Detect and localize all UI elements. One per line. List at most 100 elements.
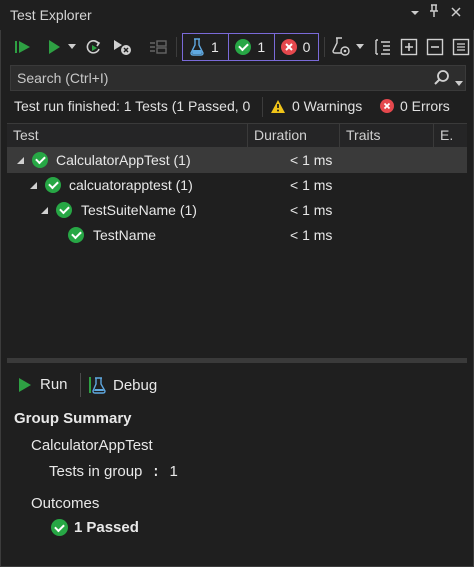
expand-arrow-icon[interactable] — [17, 157, 24, 164]
passed-label: Passed — [86, 519, 139, 536]
tests-in-group-value: 1 — [169, 463, 178, 480]
run-failed-tests-button[interactable] — [110, 35, 134, 59]
chevron-down-icon — [68, 44, 76, 49]
chevron-down-icon — [411, 11, 419, 15]
playlist-dropdown[interactable] — [354, 35, 366, 59]
expand-arrow-icon[interactable] — [41, 207, 48, 214]
toolbar-separator — [176, 37, 177, 57]
warning-icon — [271, 99, 285, 113]
failed-tests-filter[interactable]: 0 — [273, 34, 318, 60]
group-by-button[interactable] — [372, 35, 394, 59]
details-run-button[interactable]: Run — [18, 376, 68, 393]
repeat-last-run-button[interactable] — [82, 35, 106, 59]
run-button[interactable] — [42, 35, 66, 59]
column-header-traits[interactable]: Traits — [340, 124, 434, 147]
tree-row-project[interactable]: CalculatorAppTest (1) < 1 ms — [7, 148, 467, 173]
passed-icon — [68, 227, 84, 243]
toolbar-separator — [324, 37, 325, 57]
passed-icon — [235, 39, 252, 55]
passed-icon — [45, 177, 61, 193]
passed-count: 1 — [74, 519, 83, 536]
outcome-passed[interactable]: 1 Passed — [51, 519, 139, 536]
collapse-all-icon — [426, 38, 444, 56]
expand-all-icon — [400, 38, 418, 56]
playlist-button[interactable] — [330, 35, 352, 59]
status-bar: Test run finished: 1 Tests (1 Passed, 0 … — [0, 94, 474, 120]
tree-row-name: calcuatorapptest (1) — [69, 177, 193, 193]
total-tests-filter[interactable]: 1 — [183, 34, 228, 60]
pin-icon — [430, 4, 438, 17]
settings-panel-icon — [452, 38, 470, 56]
repeat-run-icon — [86, 40, 101, 54]
tree-row-name: TestName — [93, 227, 157, 243]
error-icon — [380, 99, 394, 113]
group-summary-heading: Group Summary — [14, 410, 132, 427]
warnings-indicator[interactable]: 0 Warnings — [270, 98, 362, 114]
close-icon — [451, 7, 461, 17]
passed-tests-count: 1 — [257, 39, 266, 55]
tree-row-duration: < 1 ms — [290, 152, 333, 168]
search-icon[interactable] — [433, 69, 451, 90]
settings-button[interactable] — [450, 35, 472, 59]
run-summary-text: Test run finished: 1 Tests (1 Passed, 0 — [14, 98, 251, 114]
collapse-all-button[interactable] — [424, 35, 446, 59]
column-header-test[interactable]: Test — [7, 124, 248, 147]
window-options-dropdown[interactable] — [406, 4, 424, 24]
tree-row-name: TestSuiteName (1) — [81, 202, 197, 218]
tests-in-group-colon: : — [142, 462, 170, 480]
tree-row-test[interactable]: TestName < 1 ms — [7, 223, 467, 248]
run-all-button[interactable] — [12, 35, 36, 59]
pin-button[interactable] — [425, 4, 443, 24]
group-by-icon — [375, 39, 390, 55]
warnings-count: 0 Warnings — [292, 98, 363, 114]
failed-tests-count: 0 — [302, 39, 311, 55]
test-grid-header: Test Duration Traits E. — [7, 123, 467, 148]
tree-row-name: CalculatorAppTest (1) — [56, 152, 191, 168]
tree-row-duration: < 1 ms — [290, 177, 333, 193]
close-button[interactable] — [447, 4, 465, 24]
tests-in-group-row: Tests in group : 1 — [49, 462, 178, 480]
status-separator — [262, 97, 263, 117]
tree-row-suite[interactable]: TestSuiteName (1) < 1 ms — [7, 198, 467, 223]
failed-icon — [280, 39, 297, 55]
run-label: Run — [40, 376, 68, 393]
passed-icon — [56, 202, 72, 218]
magnifier-glyph — [434, 70, 449, 85]
debug-label: Debug — [113, 376, 158, 394]
tree-row-namespace[interactable]: calcuatorapptest (1) < 1 ms — [7, 173, 467, 198]
cancel-button[interactable] — [146, 35, 170, 59]
tests-in-group-label: Tests in group — [49, 463, 143, 480]
chevron-down-icon — [455, 81, 463, 86]
run-failed-icon — [114, 40, 131, 55]
details-toolbar: Run Debug — [0, 370, 474, 400]
errors-indicator[interactable]: 0 Errors — [380, 98, 450, 114]
chevron-down-icon — [356, 44, 364, 49]
details-debug-button[interactable]: Debug — [89, 376, 157, 394]
pane-splitter[interactable] — [7, 358, 467, 363]
outcomes-label: Outcomes — [31, 495, 100, 512]
passed-icon — [32, 152, 48, 168]
flask-icon — [190, 38, 204, 56]
search-placeholder: Search (Ctrl+I) — [17, 70, 109, 86]
window-title: Test Explorer — [10, 7, 92, 23]
expand-all-button[interactable] — [398, 35, 420, 59]
cancel-icon — [150, 40, 167, 54]
flask-settings-icon — [332, 37, 350, 56]
tree-row-duration: < 1 ms — [290, 202, 333, 218]
column-header-error[interactable]: E. — [434, 124, 467, 147]
outcome-filter-group: 1 1 0 — [182, 33, 319, 61]
play-icon — [49, 40, 60, 54]
run-options-dropdown[interactable] — [66, 35, 78, 59]
title-bar: Test Explorer — [0, 0, 474, 30]
expand-arrow-icon[interactable] — [30, 182, 37, 189]
column-header-duration[interactable]: Duration — [248, 124, 340, 147]
details-separator — [80, 373, 81, 397]
passed-tests-filter[interactable]: 1 — [228, 34, 273, 60]
passed-icon — [51, 519, 68, 536]
search-options-dropdown[interactable] — [455, 74, 463, 90]
search-input[interactable]: Search (Ctrl+I) — [10, 65, 466, 91]
total-tests-count: 1 — [211, 39, 219, 55]
tree-row-duration: < 1 ms — [290, 227, 333, 243]
debug-flask-icon — [89, 377, 106, 394]
play-icon — [19, 377, 31, 392]
